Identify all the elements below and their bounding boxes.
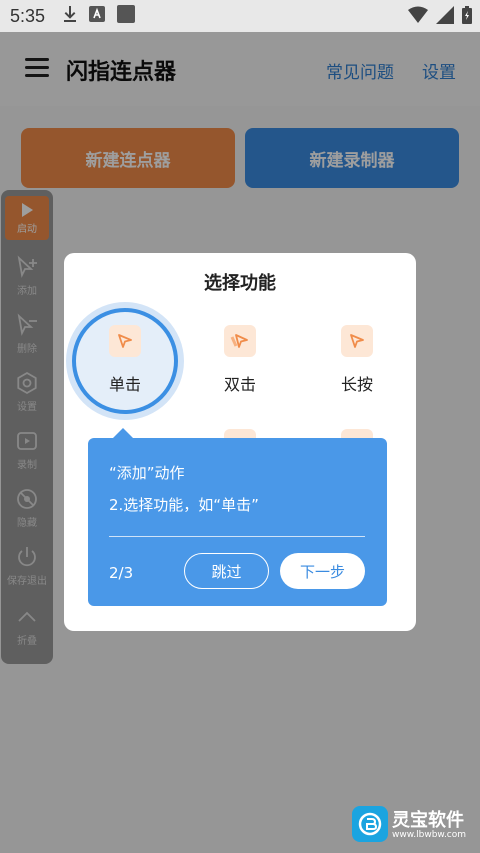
square-notification-icon [117, 5, 136, 27]
tooltip-instruction: 2.选择功能，如“单击” [109, 496, 259, 514]
pointer-icon [341, 325, 373, 357]
function-double-click[interactable]: 双击 [195, 325, 285, 415]
battery-icon [462, 6, 472, 28]
single-click-label: 单击 [108, 375, 141, 394]
double-pointer-icon [224, 325, 256, 357]
function-single-click[interactable]: 单击 [80, 325, 170, 415]
dialog-title: 选择功能 [204, 273, 276, 294]
signal-icon [436, 6, 454, 28]
double-click-label: 双击 [223, 375, 256, 394]
long-press-label: 长按 [340, 375, 373, 394]
step-indicator: 2/3 [109, 564, 134, 582]
next-step-button[interactable]: 下一步 [280, 553, 365, 589]
pointer-icon [109, 325, 141, 357]
watermark-url: www.lbwbw.com [392, 830, 467, 840]
wifi-icon [408, 6, 428, 28]
watermark-name: 灵宝软件 [392, 810, 464, 831]
tooltip-heading: “添加”动作 [109, 464, 185, 482]
watermark-logo-icon [352, 806, 388, 842]
download-icon [63, 6, 77, 26]
function-long-press[interactable]: 长按 [312, 325, 402, 415]
status-bar: 5:35 [0, 0, 480, 32]
app-notification-icon [89, 6, 106, 26]
skip-button[interactable]: 跳过 [184, 553, 269, 589]
tooltip-divider [109, 536, 365, 537]
watermark: 灵宝软件 www.lbwbw.com [352, 806, 474, 846]
status-time: 5:35 [10, 5, 46, 26]
guide-tooltip: “添加”动作 2.选择功能，如“单击” 2/3 跳过 下一步 [88, 438, 387, 606]
